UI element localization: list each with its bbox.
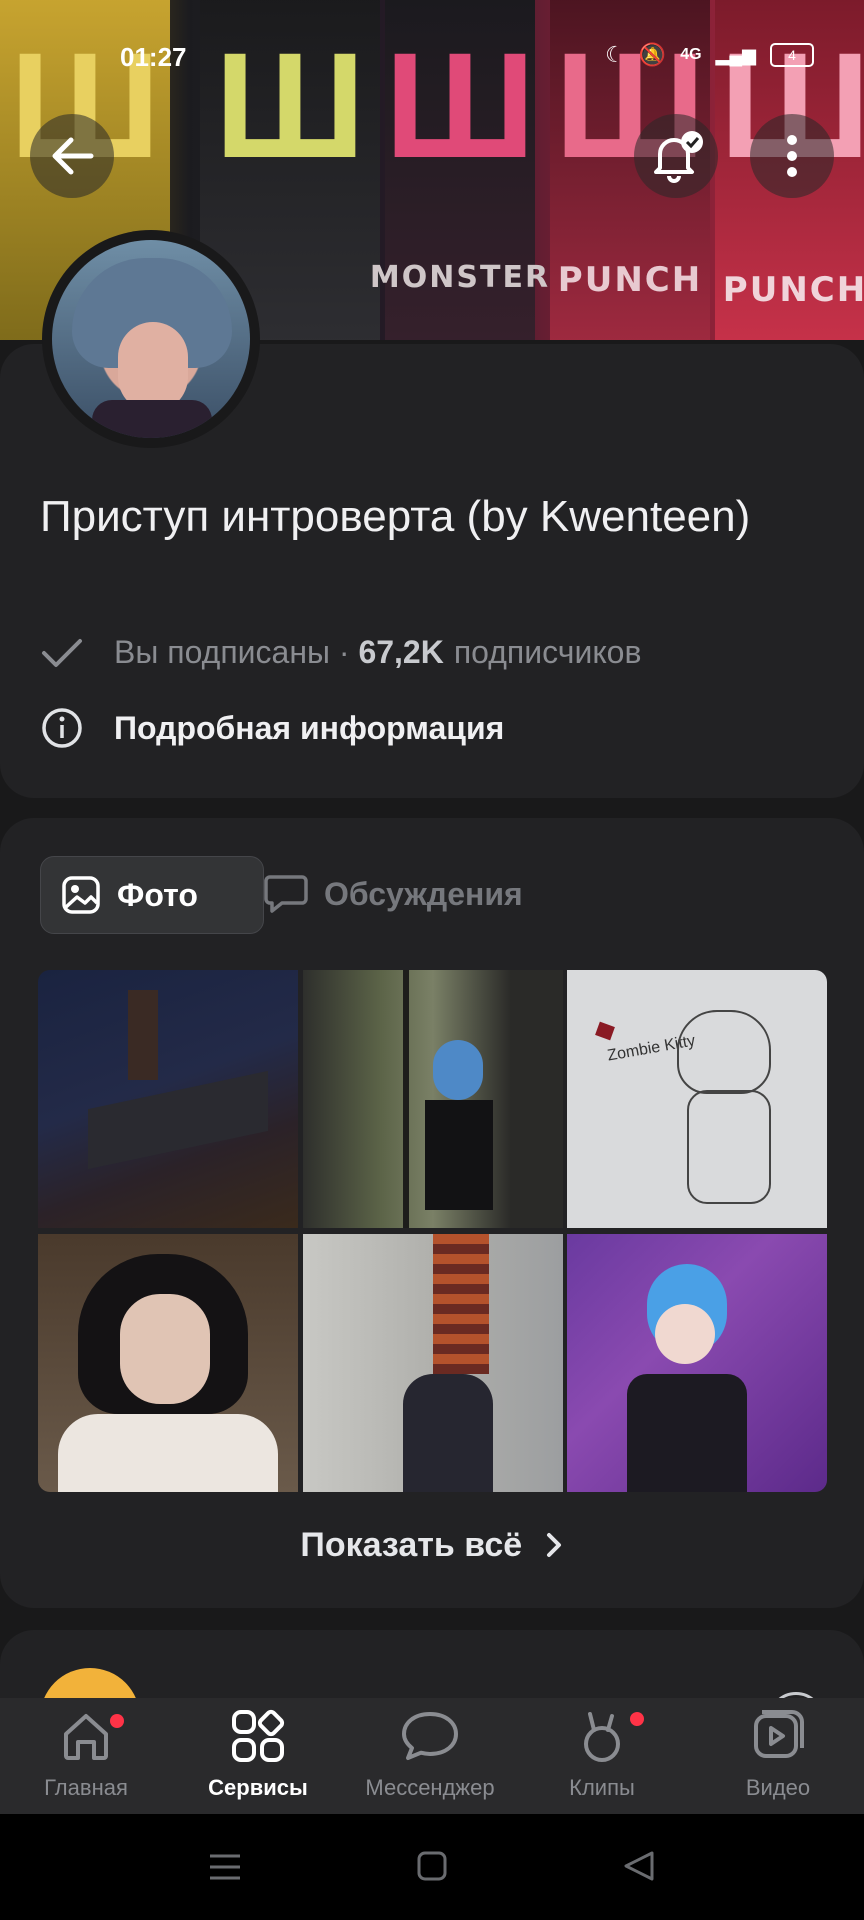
nav-clips-label: Клипы <box>569 1775 635 1800</box>
network-label: 4G <box>680 46 702 63</box>
tab-discussions-label: Обсуждения <box>324 875 523 912</box>
arrow-left-icon <box>52 137 94 175</box>
separator: · <box>330 634 359 670</box>
more-vertical-icon <box>787 135 797 177</box>
back-triangle-icon[interactable] <box>622 1850 656 1882</box>
back-button[interactable] <box>30 114 114 198</box>
nav-messenger-label: Мессенджер <box>365 1775 495 1800</box>
info-icon <box>42 708 82 748</box>
messenger-icon <box>402 1712 458 1760</box>
status-icons: ☾ 🔕 4G ▂▄▆ 4 <box>605 42 814 68</box>
details-link[interactable]: Подробная информация <box>40 706 504 750</box>
nav-home[interactable]: Главная <box>0 1708 172 1801</box>
tab-photos-label: Фото <box>117 876 198 913</box>
tab-photos[interactable]: Фото <box>40 856 264 934</box>
moon-icon: ☾ <box>605 42 625 67</box>
video-icon <box>754 1710 804 1758</box>
photo-thumbnail[interactable] <box>303 970 563 1228</box>
details-label: Подробная информация <box>114 709 505 746</box>
nav-clips[interactable]: Клипы <box>516 1708 688 1801</box>
nav-video[interactable]: Видео <box>692 1708 864 1801</box>
show-all-button[interactable]: Показать всё <box>0 1526 864 1565</box>
photo-thumbnail[interactable] <box>303 1234 563 1492</box>
chevron-right-icon <box>546 1533 561 1557</box>
group-title: Приступ интроверта (by Kwenteen) <box>40 492 751 541</box>
home-icon <box>64 1714 108 1760</box>
subscribers-label: подписчиков <box>453 634 642 670</box>
show-all-label: Показать всё <box>300 1526 523 1564</box>
status-bar: 01:27 ☾ 🔕 4G ▂▄▆ 4 <box>0 38 864 78</box>
signal-icon: ▂▄▆ <box>715 44 756 65</box>
bell-off-icon: 🔕 <box>638 42 667 67</box>
home-square-icon[interactable] <box>416 1850 448 1882</box>
check-icon <box>42 638 82 667</box>
nav-video-label: Видео <box>745 1775 811 1800</box>
subscription-row[interactable]: Вы подписаны · 67,2K подписчиков <box>40 634 641 671</box>
battery-icon: 4 <box>770 43 814 67</box>
clips-icon <box>584 1712 620 1762</box>
photo-thumbnail[interactable] <box>38 970 298 1228</box>
status-time: 01:27 <box>120 42 187 72</box>
recent-apps-icon[interactable] <box>208 1852 242 1882</box>
nav-services-label: Сервисы <box>208 1775 308 1800</box>
notifications-button[interactable] <box>634 114 718 198</box>
avatar[interactable] <box>42 230 260 448</box>
notification-badge <box>110 1714 124 1728</box>
services-icon <box>232 1709 285 1762</box>
notification-badge <box>630 1712 644 1726</box>
chat-icon <box>264 875 308 913</box>
image-icon <box>62 876 100 914</box>
tab-discussions[interactable]: Обсуждения <box>264 856 523 932</box>
bottom-navigation: Главная Сервисы Мессенджер Клипы Видео <box>0 1698 864 1814</box>
nav-services[interactable]: Сервисы <box>172 1708 344 1801</box>
photo-thumbnail[interactable]: Zombie Kitty <box>567 970 827 1228</box>
subscribers-count: 67,2K <box>358 634 444 670</box>
more-options-button[interactable] <box>750 114 834 198</box>
bell-check-icon <box>654 131 703 183</box>
nav-home-label: Главная <box>44 1775 128 1800</box>
photo-thumbnail[interactable] <box>38 1234 298 1492</box>
nav-messenger[interactable]: Мессенджер <box>344 1708 516 1801</box>
system-navigation-bar <box>0 1814 864 1920</box>
subscribed-text: Вы подписаны <box>114 634 330 670</box>
photo-thumbnail[interactable] <box>567 1234 827 1492</box>
